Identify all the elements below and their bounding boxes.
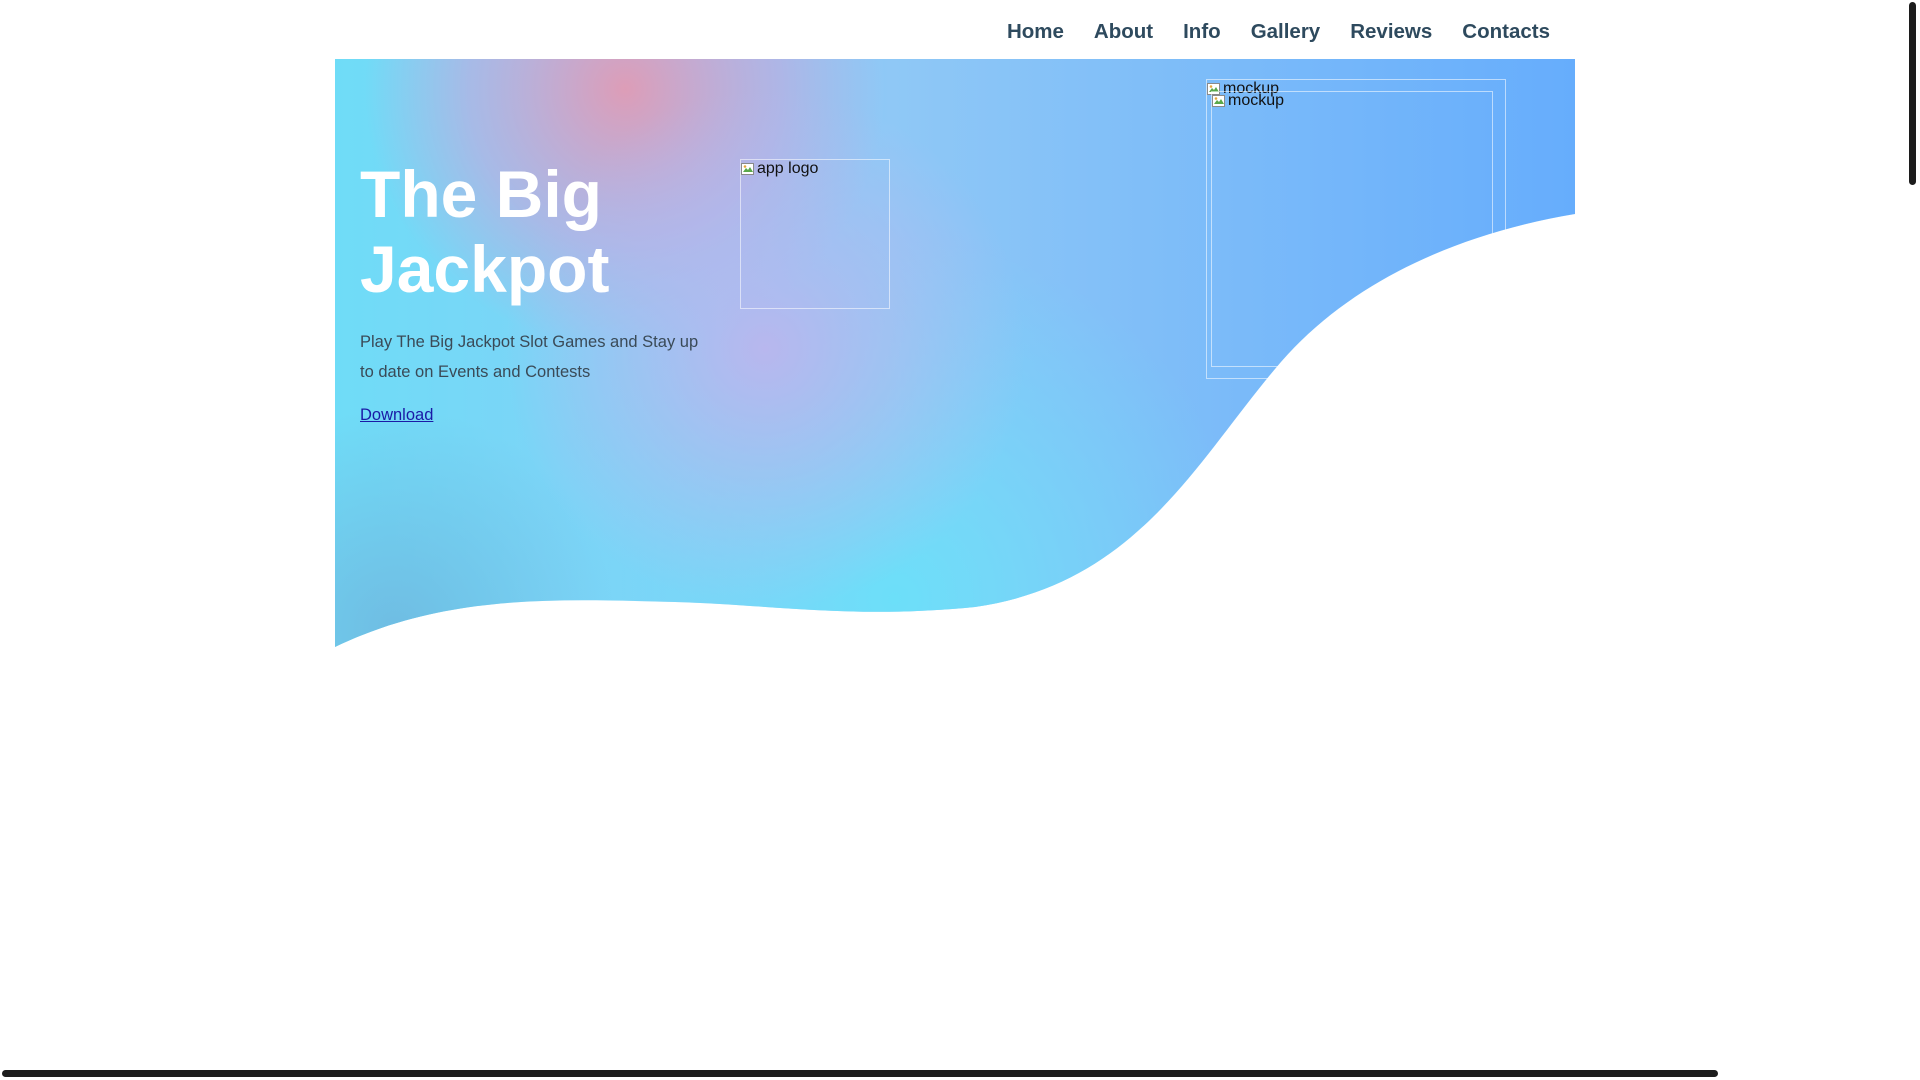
hero-title: The Big Jackpot	[360, 157, 610, 306]
nav-item-about[interactable]: About	[1094, 20, 1153, 44]
nav-item-reviews[interactable]: Reviews	[1350, 20, 1432, 44]
mockup-image-front: mockup	[1211, 91, 1493, 367]
mockup-alt-text: mockup	[1228, 92, 1285, 109]
broken-image-icon	[1212, 95, 1225, 107]
nav-item-info[interactable]: Info	[1183, 20, 1221, 44]
app-logo-alt-text: app logo	[757, 160, 819, 177]
nav-menu: Home About Info Gallery Reviews Contacts	[977, 20, 1550, 44]
nav-item-gallery[interactable]: Gallery	[1251, 20, 1321, 44]
download-link[interactable]: Download	[360, 406, 433, 425]
nav-item-contacts[interactable]: Contacts	[1462, 20, 1550, 44]
hero-subtitle: Play The Big Jackpot Slot Games and Stay…	[360, 333, 699, 381]
horizontal-scrollbar[interactable]	[0, 1066, 1904, 1080]
top-navigation: Home About Info Gallery Reviews Contacts	[0, 0, 1920, 59]
hero-section: The Big Jackpot Play The Big Jackpot Slo…	[335, 59, 1575, 649]
vertical-scrollbar[interactable]	[1904, 0, 1920, 1080]
nav-item-home[interactable]: Home	[1007, 20, 1064, 44]
horizontal-scrollbar-thumb[interactable]	[2, 1070, 1718, 1077]
vertical-scrollbar-thumb[interactable]	[1909, 2, 1916, 185]
app-logo-image: app logo	[740, 159, 890, 309]
page: Home About Info Gallery Reviews Contacts	[0, 0, 1920, 1080]
broken-image-icon	[741, 163, 754, 175]
